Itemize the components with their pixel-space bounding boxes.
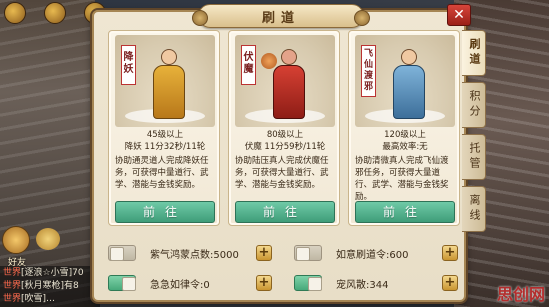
- chat-channel: 世界: [3, 294, 22, 304]
- panel-title: 刷道: [261, 10, 300, 26]
- add-ruyi-button[interactable]: +: [442, 245, 458, 261]
- close-button[interactable]: ✕: [447, 4, 471, 26]
- go-button[interactable]: 前往: [355, 201, 455, 223]
- chat-line: 世界[吹雪]…: [3, 293, 97, 306]
- side-tab-bar: 刷道 积分 托管 离线: [462, 30, 488, 238]
- level-requirement: 45级以上: [146, 130, 184, 140]
- option-label: 如意刷道令:600: [336, 249, 409, 261]
- npc-figure: [389, 47, 429, 123]
- gourd-decoration: [261, 53, 277, 69]
- chat-icon[interactable]: [36, 228, 60, 250]
- friend-icon[interactable]: [2, 226, 30, 254]
- chat-channel: 世界: [3, 268, 22, 278]
- npc-head: [401, 49, 417, 65]
- option-label: 紫气鸿蒙点数:5000: [150, 249, 239, 261]
- activity-description: 协助陆压真人完成伏魔任务，可获得大量道行、武学、潜能与金钱奖励。: [235, 156, 329, 190]
- level-requirement: 120级以上: [384, 130, 426, 140]
- activity-card-fumo: 伏魔 80级以上 伏魔 11分59秒/11轮 协助陆压真人完成伏魔任务，可获得大…: [228, 30, 340, 226]
- option-ruyi-shuadao: 如意刷道令:600 +: [294, 244, 458, 262]
- activity-description: 协助通灵道人完成降妖任务，可获得中量道行、武学、潜能与金钱奖励。: [115, 156, 209, 190]
- option-jiji-rulvling: 急急如律令:0 +: [108, 274, 272, 292]
- activity-tag: 降妖: [121, 45, 136, 85]
- jiji-toggle[interactable]: [108, 275, 136, 291]
- npc-head: [161, 49, 177, 65]
- go-button[interactable]: 前往: [115, 201, 215, 223]
- option-ziqi-hongmeng: 紫气鸿蒙点数:5000 +: [108, 244, 272, 262]
- tab-lixian[interactable]: 离线: [462, 186, 486, 232]
- brush-dao-panel: 刷道 ✕ 降妖 45级以上 降妖 11分32秒/11轮 协助通灵道人完成降妖任务…: [92, 4, 471, 302]
- option-chongfeng-san: 宠风散:344 +: [294, 274, 458, 292]
- npc-portrait: 降妖: [115, 35, 215, 127]
- tab-shuadao[interactable]: 刷道: [462, 30, 486, 76]
- hud-icon[interactable]: [4, 2, 26, 24]
- hud-icon[interactable]: [44, 2, 66, 24]
- add-ziqi-button[interactable]: +: [256, 245, 272, 261]
- activity-info: 45级以上 降妖 11分32秒/11轮 协助通灵道人完成降妖任务，可获得中量道行…: [113, 129, 217, 191]
- activity-description: 协助清微真人完成飞仙渡邪任务，可获得大量道行、武学、潜能与金钱奖励。: [355, 156, 449, 202]
- activity-info: 80级以上 伏魔 11分59秒/11轮 协助陆压真人完成伏魔任务，可获得大量道行…: [233, 129, 337, 191]
- activity-card-feixian: 飞仙渡邪 120级以上 最高效率:无 协助清微真人完成飞仙渡邪任务，可获得大量道…: [348, 30, 460, 226]
- tab-tuoguan[interactable]: 托管: [462, 134, 486, 180]
- ruyi-toggle[interactable]: [294, 245, 322, 261]
- add-chongfeng-button[interactable]: +: [442, 275, 458, 291]
- tab-jifen[interactable]: 积分: [462, 82, 486, 128]
- activity-cards: 降妖 45级以上 降妖 11分32秒/11轮 协助通灵道人完成降妖任务，可获得中…: [108, 30, 460, 230]
- npc-body: [273, 65, 305, 119]
- activity-tag: 飞仙渡邪: [361, 45, 376, 97]
- chongfeng-toggle[interactable]: [294, 275, 322, 291]
- add-jiji-button[interactable]: +: [256, 275, 272, 291]
- npc-figure: [149, 47, 189, 123]
- level-requirement: 80级以上: [266, 130, 304, 140]
- option-label: 宠风散:344: [336, 279, 389, 291]
- npc-head: [281, 49, 297, 65]
- npc-figure: [261, 47, 309, 123]
- activity-tag: 伏魔: [241, 45, 256, 85]
- watermark-logo: 思创网: [496, 285, 545, 304]
- go-button[interactable]: 前往: [235, 201, 335, 223]
- npc-portrait: 伏魔: [235, 35, 335, 127]
- title-plate: 刷道: [192, 4, 370, 28]
- activity-card-xiangyao: 降妖 45级以上 降妖 11分32秒/11轮 协助通灵道人完成降妖任务，可获得中…: [108, 30, 220, 226]
- activity-timing: 最高效率:无: [382, 142, 428, 152]
- chat-line: 世界[逐浪☆小雪]70: [3, 267, 97, 280]
- chat-log[interactable]: 世界[逐浪☆小雪]70 世界[秋月寒枪]有8 世界[吹雪]…: [0, 266, 100, 307]
- chat-text: [逐浪☆小雪]70: [21, 268, 84, 278]
- activity-timing: 伏魔 11分59秒/11轮: [244, 142, 326, 152]
- top-hud-icons: [4, 2, 106, 24]
- chat-text: [吹雪]…: [21, 294, 56, 304]
- option-label: 急急如律令:0: [150, 279, 210, 291]
- chat-channel: 世界: [3, 281, 22, 291]
- chat-line: 世界[秋月寒枪]有8: [3, 280, 97, 293]
- chat-text: [秋月寒枪]有8: [21, 281, 79, 291]
- activity-timing: 降妖 11分32秒/11轮: [124, 142, 206, 152]
- npc-portrait: 飞仙渡邪: [355, 35, 455, 127]
- ziqi-toggle[interactable]: [108, 245, 136, 261]
- activity-info: 120级以上 最高效率:无 协助清微真人完成飞仙渡邪任务，可获得大量道行、武学、…: [353, 129, 457, 203]
- npc-body: [153, 65, 185, 119]
- npc-body: [393, 65, 425, 119]
